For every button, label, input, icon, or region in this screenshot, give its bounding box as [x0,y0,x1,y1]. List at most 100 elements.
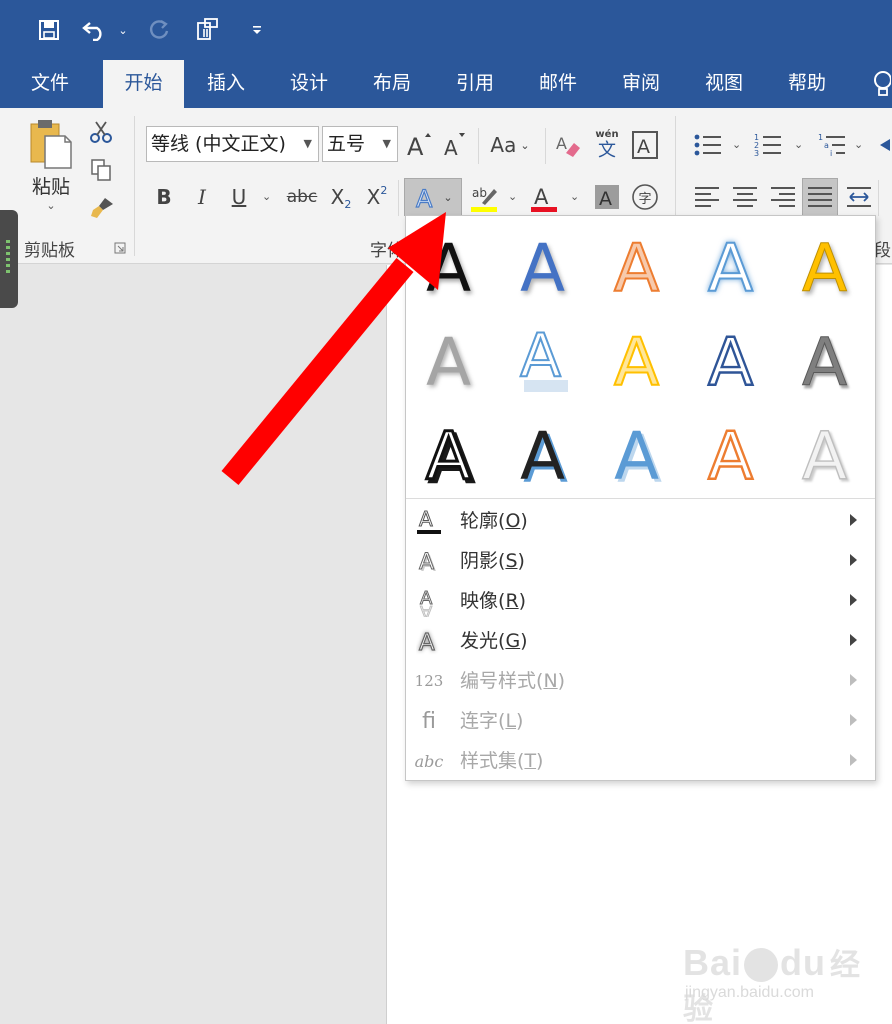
chevron-down-icon: ⌄ [46,199,56,212]
text-effect-style-1[interactable]: A [406,216,500,310]
text-effect-style-11[interactable]: A [406,404,500,498]
strikethrough-button[interactable]: abc [284,180,320,214]
character-shading-button[interactable]: A [592,180,622,214]
tab-home[interactable]: 开始 [103,60,184,108]
tab-review[interactable]: 审阅 [605,60,677,108]
redo-button[interactable] [144,12,174,48]
multilevel-list-button[interactable]: 1ai [814,128,850,162]
menu-item-key: L [505,710,517,732]
align-center-button[interactable] [728,180,762,214]
bullets-button[interactable] [690,128,726,162]
grow-font-icon: A [407,133,431,159]
glyph-a: A [708,418,753,487]
glyph-a: A [708,324,753,393]
enclose-characters-button[interactable]: 字 [630,180,660,214]
format-painter-button[interactable] [88,194,116,222]
undo-dropdown[interactable]: ⌄ [116,12,130,48]
group-divider [545,128,546,164]
save-button[interactable] [34,12,64,48]
text-effect-style-4[interactable]: A [688,216,782,310]
shrink-font-button[interactable]: A [440,128,470,162]
highlight-dropdown[interactable]: ⌄ [508,190,517,203]
font-color-dropdown[interactable]: ⌄ [570,190,579,203]
group-divider [398,180,399,216]
bullets-dropdown[interactable]: ⌄ [732,138,741,151]
bold-button[interactable]: B [150,180,178,214]
numbering-dropdown[interactable]: ⌄ [794,138,803,151]
tab-view[interactable]: 视图 [688,60,760,108]
underline-button[interactable]: U [224,180,254,214]
text-effects-gallery: A A A A A A A A A A A A A A A [406,216,875,498]
text-effect-style-15[interactable]: A [782,404,876,498]
tab-layout[interactable]: 布局 [356,60,428,108]
text-effect-style-6[interactable]: A [406,310,500,404]
text-effect-style-14[interactable]: A [688,404,782,498]
text-effect-style-5[interactable]: A [782,216,876,310]
decrease-indent-button[interactable] [876,128,892,162]
menu-item-key: S [505,550,518,572]
chevron-down-icon[interactable]: ▼ [304,127,312,161]
text-effect-style-10[interactable]: A [782,310,876,404]
menu-item-reflection[interactable]: AA 映像(R) [406,581,875,621]
watermark-url: jingyan.baidu.com [685,984,814,1001]
font-color-button[interactable]: A [528,180,560,216]
svg-text:A: A [444,136,458,159]
highlight-color-button[interactable]: ab [468,180,502,216]
tab-references[interactable]: 引用 [439,60,511,108]
copy-button[interactable] [88,156,114,184]
text-effect-style-2[interactable]: A [500,216,594,310]
side-panel-handle[interactable] [0,210,18,308]
clear-formatting-button[interactable]: A [552,128,584,162]
font-name-box[interactable]: 等线 (中文正文) ▼ [146,126,319,162]
tab-file[interactable]: 文件 [14,60,86,108]
align-left-button[interactable] [690,180,724,214]
numbering-button[interactable]: 123 [750,128,786,162]
undo-button[interactable] [80,12,110,48]
touch-mode-button[interactable] [192,12,224,48]
subscript-button[interactable]: X2 [326,180,356,214]
font-size-box[interactable]: 五号 ▼ [322,126,398,162]
chevron-down-icon[interactable]: ▼ [383,127,391,161]
menu-item-outline[interactable]: A 轮廓(O) [406,501,875,541]
italic-button[interactable]: I [188,180,216,214]
menu-item-key: N [543,670,558,692]
glyph-a: A [520,418,565,487]
tab-design[interactable]: 设计 [273,60,345,108]
text-effect-style-7[interactable]: A [500,310,594,404]
menu-item-glow[interactable]: A 发光(G) [406,621,875,661]
align-right-button[interactable] [766,180,800,214]
text-effect-style-9[interactable]: A [688,310,782,404]
clipboard-launcher[interactable] [112,240,128,256]
touch-mode-icon [197,18,218,40]
grow-font-button[interactable]: A [404,128,434,162]
tab-insert[interactable]: 插入 [190,60,262,108]
menu-item-label: 发光 [460,630,499,652]
text-effect-style-3[interactable]: A [594,216,688,310]
distributed-button[interactable] [844,180,874,214]
multilevel-dropdown[interactable]: ⌄ [854,138,863,151]
dialog-launcher-icon [114,242,126,254]
customize-qat-button[interactable] [248,12,266,48]
eraser-icon: A [556,134,580,157]
clipboard-group-label: 剪贴板 [24,241,75,261]
menu-item-shadow[interactable]: AA 阴影(S) [406,541,875,581]
character-shading-icon: A [595,185,619,210]
text-effects-button[interactable]: A ⌄ [404,178,462,216]
underline-dropdown[interactable]: ⌄ [262,190,271,203]
character-border-button[interactable]: A [630,128,660,162]
text-effect-style-12[interactable]: A [500,404,594,498]
text-effect-style-8[interactable]: A [594,310,688,404]
paste-button[interactable]: 粘贴 ⌄ [22,118,80,230]
superscript-button[interactable]: X2 [362,180,392,214]
tell-me-button[interactable] [870,66,892,102]
change-case-button[interactable]: Aa ⌄ [484,128,536,162]
justify-button[interactable] [802,178,838,216]
tab-help[interactable]: 帮助 [771,60,843,108]
text-effect-style-13[interactable]: A [594,404,688,498]
tab-mailings[interactable]: 邮件 [522,60,594,108]
svg-text:A: A [534,185,549,209]
cut-button[interactable] [88,118,114,146]
phonetic-guide-button[interactable]: wén 文 [590,126,624,164]
menu-item-stylistic-sets: abc 样式集(T) [406,741,875,781]
svg-text:A: A [419,550,434,575]
